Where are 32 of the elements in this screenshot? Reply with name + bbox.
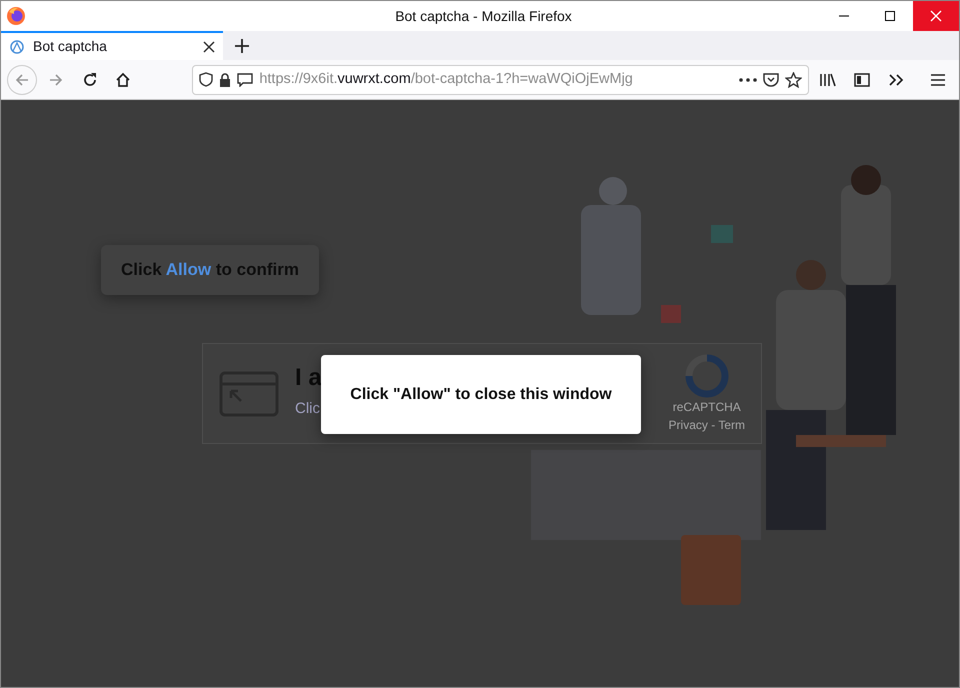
more-icon[interactable] [738, 78, 757, 82]
library-icon [819, 72, 837, 88]
lock-icon [219, 72, 232, 86]
url-text: https://9x6it.vuwrxt.com/bot-captcha-1?h=waWQiOjEwMjg [259, 70, 634, 89]
reload-icon [82, 72, 98, 88]
allow-dialog: Click "Allow" to close this window [321, 355, 641, 434]
close-icon [930, 10, 942, 22]
plus-icon [235, 38, 249, 52]
back-arrow-icon [14, 72, 30, 88]
privacy-terms-link[interactable]: Privacy - Term [668, 416, 745, 434]
close-button[interactable] [913, 1, 959, 31]
forward-arrow-icon [48, 72, 64, 88]
shield-icon [199, 72, 214, 87]
recaptcha-logo-icon [684, 354, 729, 398]
pocket-icon[interactable] [762, 72, 779, 87]
browser-tab[interactable]: Bot captcha [1, 31, 223, 60]
recaptcha-label: reCAPTCHA [672, 398, 741, 416]
tab-title: Bot captcha [33, 37, 108, 56]
address-bar[interactable]: https://9x6it.vuwrxt.com/bot-captcha-1?h=waWQiOjEwMjg [192, 64, 809, 94]
menu-icon [931, 74, 945, 86]
window-title: Bot captcha - Mozilla Firefox [394, 6, 573, 26]
tab-icon [9, 38, 25, 54]
back-button[interactable] [7, 64, 37, 94]
maximize-icon [884, 10, 896, 22]
star-icon[interactable] [784, 72, 802, 88]
chevrons-icon [888, 72, 904, 86]
message-icon [237, 72, 254, 86]
home-icon [115, 72, 132, 88]
sidebar-icon [854, 72, 870, 86]
close-tab-icon[interactable] [203, 40, 215, 52]
captcha-subtext: Clic [295, 399, 321, 420]
firefox-logo-icon [6, 6, 26, 26]
